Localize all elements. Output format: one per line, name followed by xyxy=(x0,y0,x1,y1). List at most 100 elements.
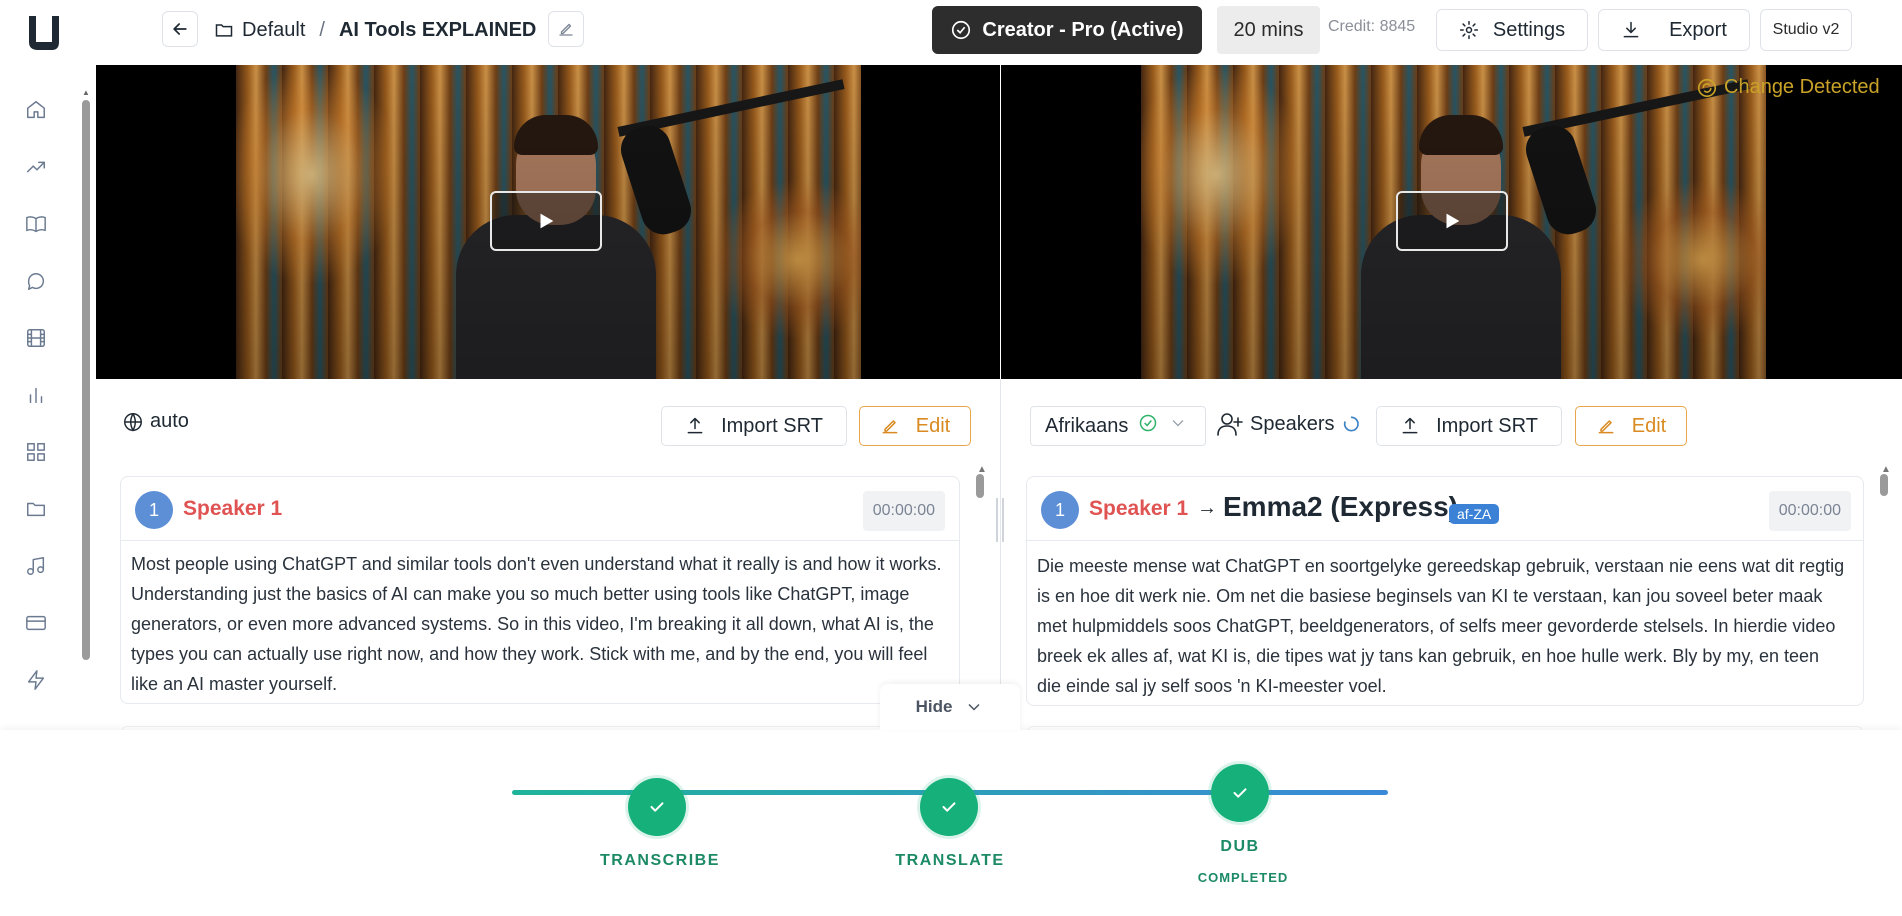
sidebar-item-files[interactable] xyxy=(20,493,52,525)
segment-text[interactable]: Die meeste mense wat ChatGPT en soortgel… xyxy=(1037,551,1847,701)
step-dub-check xyxy=(1211,764,1269,822)
breadcrumb-separator: / xyxy=(319,18,325,41)
arrow-left-icon xyxy=(173,23,187,35)
language-code-badge: af-ZA xyxy=(1449,504,1500,524)
film-icon xyxy=(27,329,45,347)
back-button[interactable] xyxy=(162,11,198,47)
voice-arrow: → xyxy=(1197,497,1217,519)
segment-timecode[interactable]: 00:00:00 xyxy=(1768,491,1851,531)
segment-header: 1 Speaker 1 → Emma2 (Express) af-ZA 00:0… xyxy=(1027,477,1863,541)
speaker-name[interactable]: Speaker 1 xyxy=(183,497,282,521)
import-srt-button-source[interactable]: Import SRT xyxy=(661,406,847,446)
plan-status-button[interactable]: Creator - Pro (Active) xyxy=(932,6,1202,54)
credit-balance: Credit: 8845 xyxy=(1328,18,1416,35)
speakers-button[interactable]: Speakers xyxy=(1216,410,1361,438)
credit-card-icon xyxy=(26,615,46,631)
hide-label: Hide xyxy=(915,697,953,716)
sidebar-scrollbar[interactable] xyxy=(82,100,90,660)
sidebar-item-analytics[interactable] xyxy=(20,379,52,411)
music-note-icon xyxy=(27,557,45,575)
source-list-scrollbar[interactable] xyxy=(976,474,984,498)
voice-name[interactable]: Emma2 (Express) xyxy=(1223,491,1458,523)
edit-label: Edit xyxy=(915,414,951,437)
sidebar-item-trending[interactable] xyxy=(20,151,52,183)
sidebar-scroll-up-arrow[interactable]: ▲ xyxy=(82,88,90,97)
sidebar-item-videos[interactable] xyxy=(20,322,52,354)
check-icon xyxy=(650,802,664,812)
chat-bubble-icon xyxy=(27,273,45,290)
source-video-player[interactable] xyxy=(96,65,1000,379)
segment-timecode[interactable]: 00:00:00 xyxy=(862,491,945,531)
speaker-number-badge: 1 xyxy=(1041,491,1079,529)
refresh-circle-icon xyxy=(1697,78,1717,97)
project-title: AI Tools EXPLAINED xyxy=(338,18,537,41)
pencil-icon xyxy=(1598,420,1614,434)
check-circle-icon xyxy=(1140,414,1157,432)
app-logo[interactable] xyxy=(24,12,64,56)
chevron-down-icon xyxy=(1172,420,1184,427)
play-button[interactable] xyxy=(490,191,602,251)
breadcrumb: Default / AI Tools EXPLAINED xyxy=(214,14,536,46)
grid-icon xyxy=(27,443,45,461)
change-detected-label: Change Detected xyxy=(1724,76,1880,98)
edit-button-source[interactable]: Edit xyxy=(859,406,971,446)
dubbed-video-player[interactable] xyxy=(1001,65,1902,379)
rename-project-button[interactable] xyxy=(548,11,584,47)
check-circle-icon xyxy=(952,20,971,40)
speaker-name[interactable]: Speaker 1 xyxy=(1089,497,1188,521)
check-icon xyxy=(942,802,956,812)
play-icon xyxy=(540,213,554,229)
play-button[interactable] xyxy=(1396,191,1508,251)
folder-icon xyxy=(27,502,45,517)
dubbing-progress-panel: TRANSCRIBE TRANSLATE DUB COMPLETED xyxy=(0,730,1902,916)
import-srt-label: Import SRT xyxy=(721,414,823,437)
step-transcribe-check xyxy=(628,778,686,836)
sidebar-item-chat[interactable] xyxy=(20,265,52,297)
sidebar-item-library[interactable] xyxy=(20,208,52,240)
pencil-icon xyxy=(882,420,898,434)
sidebar-item-apps[interactable] xyxy=(20,436,52,468)
target-segment-card[interactable]: 1 Speaker 1 → Emma2 (Express) af-ZA 00:0… xyxy=(1026,476,1864,706)
step-translate-check xyxy=(920,778,978,836)
upload-icon xyxy=(687,417,703,434)
target-list-scrollbar[interactable] xyxy=(1880,474,1888,496)
source-language[interactable]: auto xyxy=(122,410,189,433)
source-segment-card[interactable]: 1 Speaker 1 00:00:00 Most people using C… xyxy=(120,476,960,704)
target-language-select[interactable]: Afrikaans xyxy=(1030,406,1206,446)
globe-icon xyxy=(124,412,142,432)
bar-chart-icon xyxy=(29,387,43,404)
edit-button-target[interactable]: Edit xyxy=(1575,406,1687,446)
home-icon xyxy=(27,101,45,119)
import-srt-button-target[interactable]: Import SRT xyxy=(1376,406,1562,446)
edit-label: Edit xyxy=(1631,414,1667,437)
top-header: Default / AI Tools EXPLAINED Creator - P… xyxy=(96,0,1902,64)
lightning-icon xyxy=(27,670,45,690)
loading-spinner-icon xyxy=(1343,416,1359,432)
export-label: Export xyxy=(1669,18,1727,41)
step-translate-label: TRANSLATE xyxy=(895,852,1005,869)
breadcrumb-folder[interactable]: Default xyxy=(242,19,305,42)
segment-header: 1 Speaker 1 00:00:00 xyxy=(121,477,959,541)
sidebar-item-audio[interactable] xyxy=(20,550,52,582)
settings-button[interactable]: Settings xyxy=(1436,9,1588,51)
sidebar-item-billing[interactable] xyxy=(20,607,52,639)
change-detected-indicator[interactable]: Change Detected xyxy=(1696,76,1880,99)
step-dub-status: COMPLETED xyxy=(1197,870,1289,885)
plan-label: Creator - Pro (Active) xyxy=(982,18,1184,41)
panel-resize-handle[interactable] xyxy=(996,498,1004,542)
sidebar-item-automation[interactable] xyxy=(20,664,52,696)
speaker-number-badge: 1 xyxy=(135,491,173,529)
book-open-icon xyxy=(26,216,46,233)
chevron-down-icon xyxy=(968,703,980,711)
hide-progress-button[interactable]: Hide xyxy=(880,684,1020,730)
trending-up-icon xyxy=(27,161,45,173)
gear-icon xyxy=(1459,20,1478,40)
studio-version-button[interactable]: Studio v2 xyxy=(1760,9,1852,51)
pencil-icon xyxy=(559,23,573,36)
settings-label: Settings xyxy=(1492,18,1566,41)
segment-text[interactable]: Most people using ChatGPT and similar to… xyxy=(131,549,943,699)
check-icon xyxy=(1233,788,1247,798)
target-language-value: Afrikaans xyxy=(1045,414,1129,437)
export-button[interactable]: Export xyxy=(1598,9,1750,51)
sidebar-item-home[interactable] xyxy=(20,94,52,126)
